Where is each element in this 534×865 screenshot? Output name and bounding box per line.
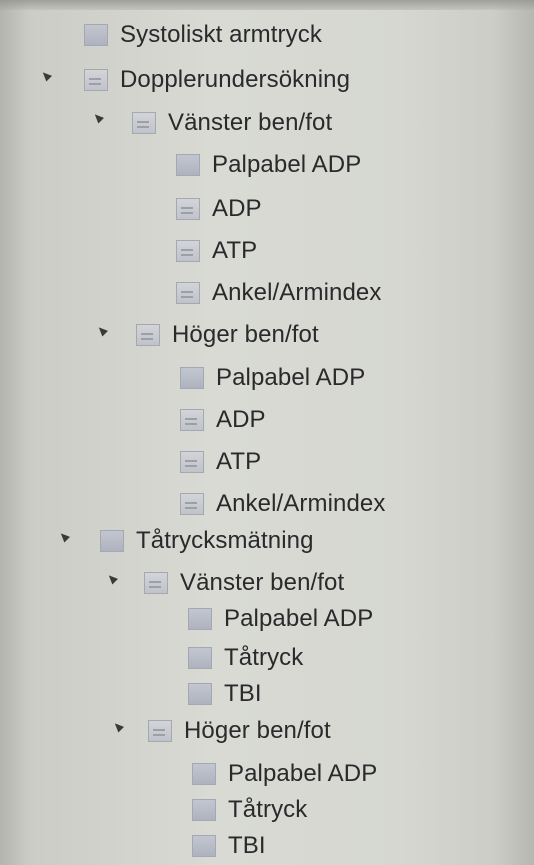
expand-arrow-icon[interactable] [105,572,119,585]
tree-item-label: ADP [216,406,266,433]
document-icon [84,69,108,91]
tree-item-ankel-armindex[interactable]: Ankel/Armindex [180,487,385,521]
expand-arrow-icon[interactable] [39,69,53,82]
tree-item-label: Systoliskt armtryck [120,21,322,48]
folder-icon [180,367,204,389]
tree-item-adp[interactable]: ADP [176,192,262,226]
tree-item-label: Dopplerundersökning [120,66,351,93]
top-border [0,0,534,10]
tree-item-hoger-ben-fot[interactable]: Höger ben/fot [148,714,331,748]
tree-item-vanster-ben-fot[interactable]: Vänster ben/fot [144,566,344,600]
expand-arrow-icon[interactable] [57,530,71,543]
right-shadow [494,0,534,865]
tree-item-ankel-armindex[interactable]: Ankel/Armindex [176,276,381,310]
tree-item-palpabel-adp[interactable]: Palpabel ADP [176,148,361,182]
tree-item-label: Ankel/Armindex [212,279,382,306]
document-icon [180,409,204,431]
tree-item-palpabel-adp[interactable]: Palpabel ADP [192,757,377,791]
document-icon [180,451,204,473]
tree-item-dopplerundersokning[interactable]: Dopplerundersökning [84,63,350,97]
tree-item-label: Höger ben/fot [184,717,331,744]
tree-item-systoliskt-armtryck[interactable]: Systoliskt armtryck [84,18,322,52]
tree-item-label: Tåtrycksmätning [136,527,314,554]
folder-icon [100,530,124,552]
folder-icon [188,647,212,669]
document-icon [144,572,168,594]
folder-icon [192,763,216,785]
tree-item-label: Tåtryck [228,796,308,823]
folder-icon [84,24,108,46]
tree-item-label: ATP [212,237,258,264]
tree-item-label: Vänster ben/fot [180,569,345,596]
tree-item-tatryck[interactable]: Tåtryck [192,793,307,827]
tree-item-tbi[interactable]: TBI [188,677,262,711]
tree-item-label: Höger ben/fot [172,321,319,348]
folder-icon [188,608,212,630]
tree-item-label: Palpabel ADP [212,151,362,178]
tree-item-label: Palpabel ADP [228,760,378,787]
tree-item-tatryck[interactable]: Tåtryck [188,641,303,675]
tree-item-label: Ankel/Armindex [216,490,386,517]
expand-arrow-icon[interactable] [111,720,125,733]
left-shadow [0,0,30,865]
tree-item-label: Vänster ben/fot [168,109,333,136]
tree-item-palpabel-adp[interactable]: Palpabel ADP [188,602,373,636]
document-icon [148,720,172,742]
tree-item-vanster-ben-fot[interactable]: Vänster ben/fot [132,106,332,140]
tree-item-atp[interactable]: ATP [176,234,257,268]
tree-item-label: TBI [228,832,266,859]
tree-item-label: TBI [224,680,262,707]
tree-item-label: Tåtryck [224,644,304,671]
expand-arrow-icon[interactable] [95,324,109,337]
folder-icon [192,835,216,857]
document-icon [176,198,200,220]
folder-icon [188,683,212,705]
tree-item-label: ADP [212,195,262,222]
document-icon [136,324,160,346]
tree-item-label: ATP [216,448,262,475]
tree-item-tatrycksmatning[interactable]: Tåtrycksmätning [100,524,314,558]
tree-item-label: Palpabel ADP [216,364,366,391]
tree-item-adp[interactable]: ADP [180,403,266,437]
tree-item-atp[interactable]: ATP [180,445,261,479]
tree-item-hoger-ben-fot[interactable]: Höger ben/fot [136,318,319,352]
tree-item-tbi[interactable]: TBI [192,829,266,863]
tree-item-label: Palpabel ADP [224,605,374,632]
document-icon [176,282,200,304]
expand-arrow-icon[interactable] [91,111,105,124]
tree-item-palpabel-adp[interactable]: Palpabel ADP [180,361,365,395]
document-icon [180,493,204,515]
folder-icon [176,154,200,176]
folder-icon [192,799,216,821]
document-icon [176,240,200,262]
document-icon [132,112,156,134]
tree-view: Systoliskt armtryck Dopplerundersökning … [0,0,534,865]
